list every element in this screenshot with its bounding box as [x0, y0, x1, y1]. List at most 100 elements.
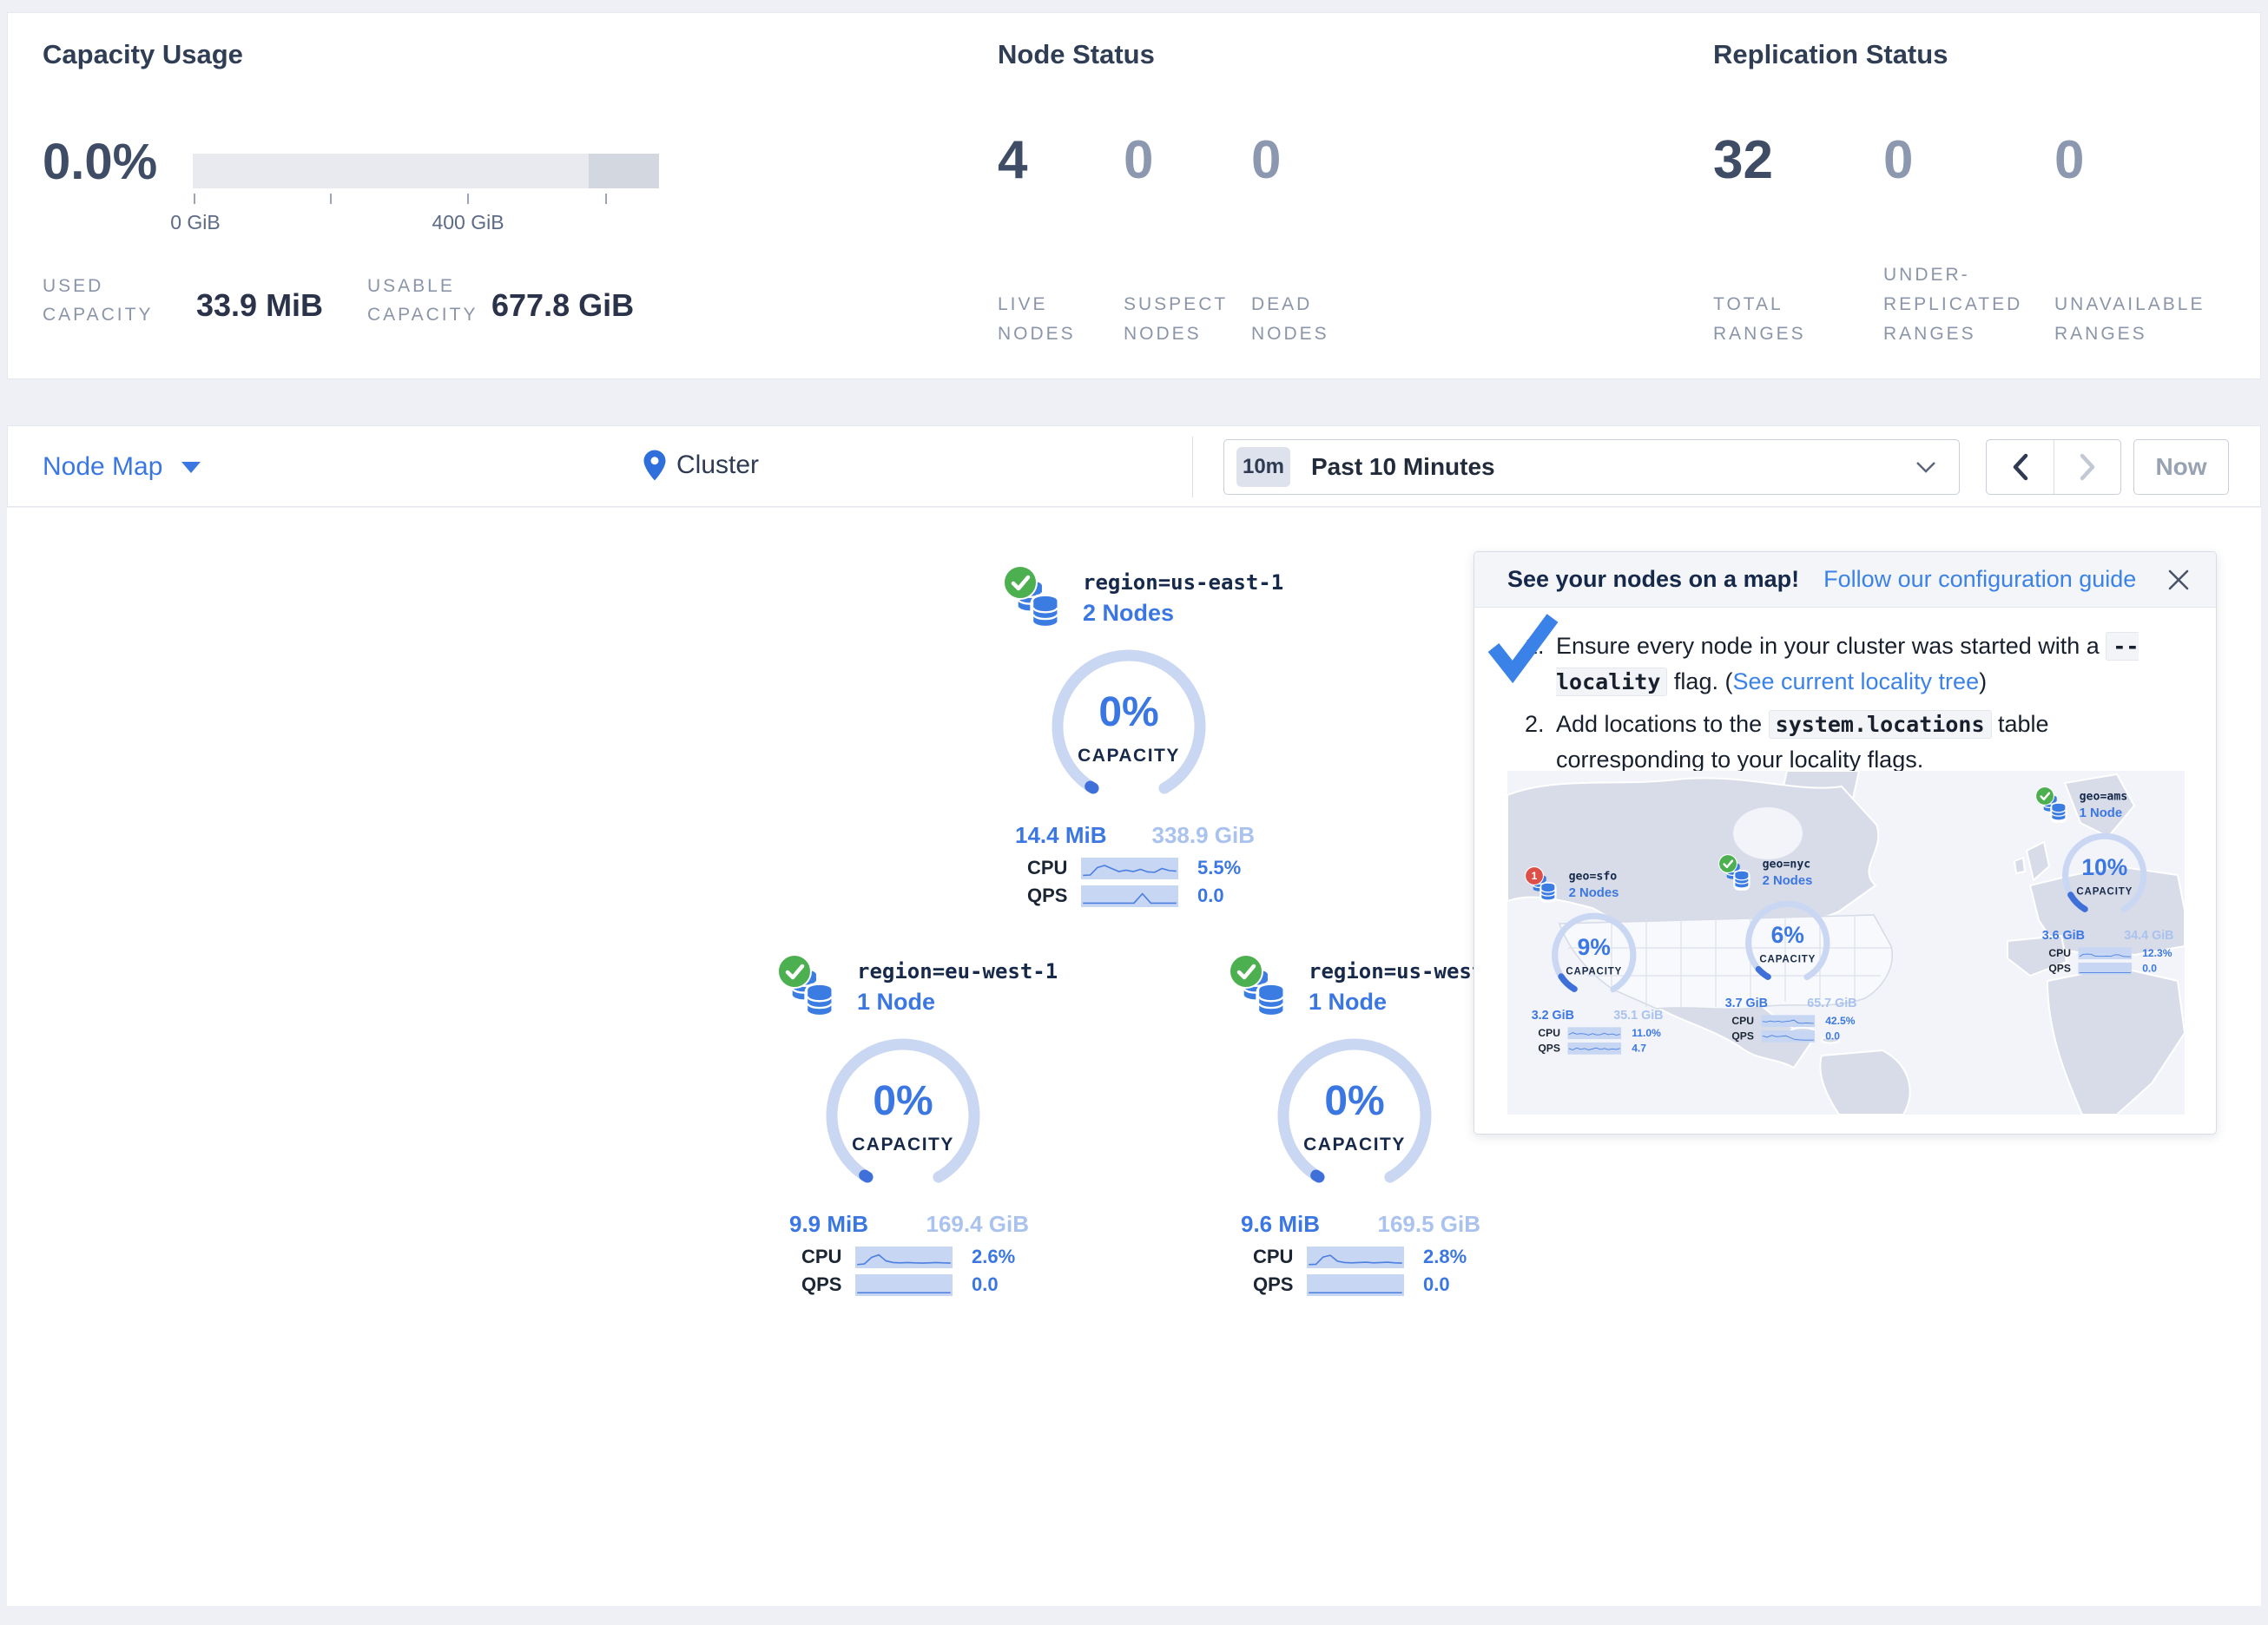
node-map-setup-popup: See your nodes on a map! Follow our conf… [1474, 551, 2217, 1135]
locality-group-us-east-1[interactable]: region=us-east-1 2 Nodes 0% CAPACITY 14.… [1003, 565, 1263, 912]
locality-tree-link[interactable]: See current locality tree [1732, 668, 1979, 694]
popup-header: See your nodes on a map! Follow our conf… [1474, 552, 2216, 608]
qps-value: 0.0 [2142, 962, 2157, 974]
capacity-gauge-caption: CAPACITY [1263, 1135, 1446, 1155]
cpu-value: 12.3% [2142, 947, 2172, 959]
used-capacity: 14.4 MiB [1015, 822, 1107, 849]
capacity-axis-tick [194, 194, 195, 204]
locality-node-count[interactable]: 1 Node [857, 989, 935, 1016]
mini-locality-ams: geo=ams 1 Node 10% CAPACITY 3.6 GiB 34.4… [2035, 786, 2179, 977]
dropdown-triangle-icon [181, 462, 201, 473]
setup-step-1: 1. Ensure every node in your cluster was… [1525, 628, 2181, 700]
capacity-gauge: 9% CAPACITY [1544, 905, 1645, 1006]
qps-label: QPS [1253, 1273, 1307, 1296]
total-capacity: 338.9 GiB [1151, 822, 1255, 849]
total-capacity: 169.4 GiB [926, 1211, 1029, 1238]
locality-node-count[interactable]: 1 Node [1309, 989, 1387, 1016]
now-button[interactable]: Now [2133, 439, 2229, 495]
capacity-gauge-percent: 9% [1544, 934, 1645, 960]
qps-value: 0.0 [972, 1273, 999, 1296]
time-step-buttons [1986, 439, 2121, 495]
popup-title: See your nodes on a map! [1507, 566, 1799, 593]
qps-label: QPS [1027, 885, 1081, 907]
used-capacity-value: 33.9 MiB [196, 287, 323, 324]
cpu-value: 42.5% [1825, 1015, 1855, 1027]
total-capacity: 169.5 GiB [1377, 1211, 1480, 1238]
status-ok-icon [1003, 565, 1038, 600]
capacity-gauge: 0% CAPACITY [1038, 635, 1220, 819]
locality-node-count: 2 Nodes [1763, 873, 1813, 888]
total-capacity: 35.1 GiB [1613, 1008, 1663, 1023]
qps-sparkline [855, 1274, 953, 1296]
cpu-sparkline [855, 1247, 953, 1268]
qps-label: QPS [2048, 962, 2078, 974]
capacity-gauge: 0% CAPACITY [1263, 1023, 1446, 1207]
time-forward-button[interactable] [2054, 440, 2120, 494]
under-replicated-ranges-label: UNDER- REPLICATED RANGES [1883, 260, 2022, 349]
configuration-guide-link[interactable]: Follow our configuration guide [1823, 566, 2136, 593]
capacity-axis-tick [605, 194, 607, 204]
suspect-nodes-label: SUSPECT NODES [1124, 290, 1228, 349]
usable-capacity-value: 677.8 GiB [491, 287, 634, 324]
capacity-gauge-percent: 0% [1263, 1077, 1446, 1125]
used-capacity-label: USED CAPACITY [43, 272, 153, 329]
chevron-down-icon [1915, 461, 1936, 473]
cpu-label: CPU [1538, 1027, 1567, 1039]
locality-group-eu-west-1[interactable]: region=eu-west-1 1 Node 0% CAPACITY 9.9 … [777, 954, 1038, 1301]
qps-label: QPS [801, 1273, 855, 1296]
system-locations-code: system.locations [1769, 710, 1992, 739]
total-ranges-label: TOTAL RANGES [1713, 290, 1806, 349]
time-back-button[interactable] [1987, 440, 2054, 494]
live-nodes-label: LIVE NODES [998, 290, 1076, 349]
locality-name: geo=sfo [1569, 869, 1618, 882]
example-world-map: 1 geo=sfo 2 Nodes 9% CAPACITY 3.2 GiB 35… [1507, 771, 2185, 1115]
replication-status-title: Replication Status [1713, 39, 1948, 70]
toolbar-divider [1192, 437, 1193, 497]
locality-name: region=eu-west-1 [857, 959, 1058, 984]
locality-breadcrumb[interactable]: Cluster [642, 449, 759, 482]
locality-name: geo=nyc [1763, 857, 1811, 870]
cpu-label: CPU [1253, 1246, 1307, 1268]
capacity-gauge: 10% CAPACITY [2054, 825, 2155, 926]
status-ok-icon [2035, 786, 2054, 806]
view-mode-dropdown[interactable]: Node Map [43, 452, 201, 482]
capacity-axis-label-0: 0 GiB [170, 211, 221, 234]
completed-step-check-icon [1483, 608, 1563, 688]
capacity-bar-reserved-segment [589, 154, 659, 188]
qps-sparkline [1762, 1030, 1816, 1043]
used-capacity: 3.6 GiB [2042, 928, 2085, 943]
dead-nodes-count: 0 [1251, 129, 1281, 191]
step-text: Ensure every node in your cluster was st… [1556, 628, 2181, 700]
map-pin-icon [642, 449, 668, 482]
cluster-summary-bar: Capacity Usage 0.0% 0 GiB 400 GiB USED C… [7, 12, 2261, 379]
status-warning-badge: 1 [1525, 866, 1544, 885]
close-icon[interactable] [2167, 569, 2190, 591]
capacity-gauge-caption: CAPACITY [1737, 953, 1838, 964]
under-replicated-ranges-count: 0 [1883, 129, 1913, 191]
view-mode-label: Node Map [43, 452, 162, 482]
node-status-title: Node Status [998, 39, 1155, 70]
cpu-sparkline [2079, 947, 2133, 959]
cpu-value: 2.6% [972, 1246, 1015, 1268]
status-ok-icon [1718, 854, 1737, 873]
cpu-label: CPU [1027, 857, 1081, 879]
qps-label: QPS [1538, 1042, 1567, 1054]
setup-step-2: 2. Add locations to the system.locations… [1525, 707, 2181, 778]
cpu-value: 5.5% [1197, 857, 1241, 879]
chevron-right-icon [2079, 453, 2096, 481]
unavailable-ranges-count: 0 [2054, 129, 2084, 191]
total-capacity: 34.4 GiB [2124, 928, 2173, 943]
live-nodes-count: 4 [998, 129, 1027, 191]
locality-group-us-west-1[interactable]: region=us-west-1 1 Node 0% CAPACITY 9.6 … [1229, 954, 1489, 1301]
qps-sparkline [1081, 885, 1178, 907]
cpu-sparkline [1568, 1027, 1622, 1039]
time-range-selector[interactable]: 10m Past 10 Minutes [1223, 439, 1960, 495]
locality-node-count[interactable]: 2 Nodes [1083, 600, 1174, 627]
qps-label: QPS [1731, 1030, 1761, 1042]
capacity-gauge-percent: 6% [1737, 922, 1838, 948]
capacity-gauge-caption: CAPACITY [1544, 965, 1645, 977]
cpu-label: CPU [1731, 1015, 1761, 1027]
capacity-gauge: 6% CAPACITY [1737, 892, 1838, 994]
mini-locality-sfo: 1 geo=sfo 2 Nodes 9% CAPACITY 3.2 GiB 35… [1525, 866, 1668, 1057]
step-text: Add locations to the system.locations ta… [1556, 707, 2181, 778]
